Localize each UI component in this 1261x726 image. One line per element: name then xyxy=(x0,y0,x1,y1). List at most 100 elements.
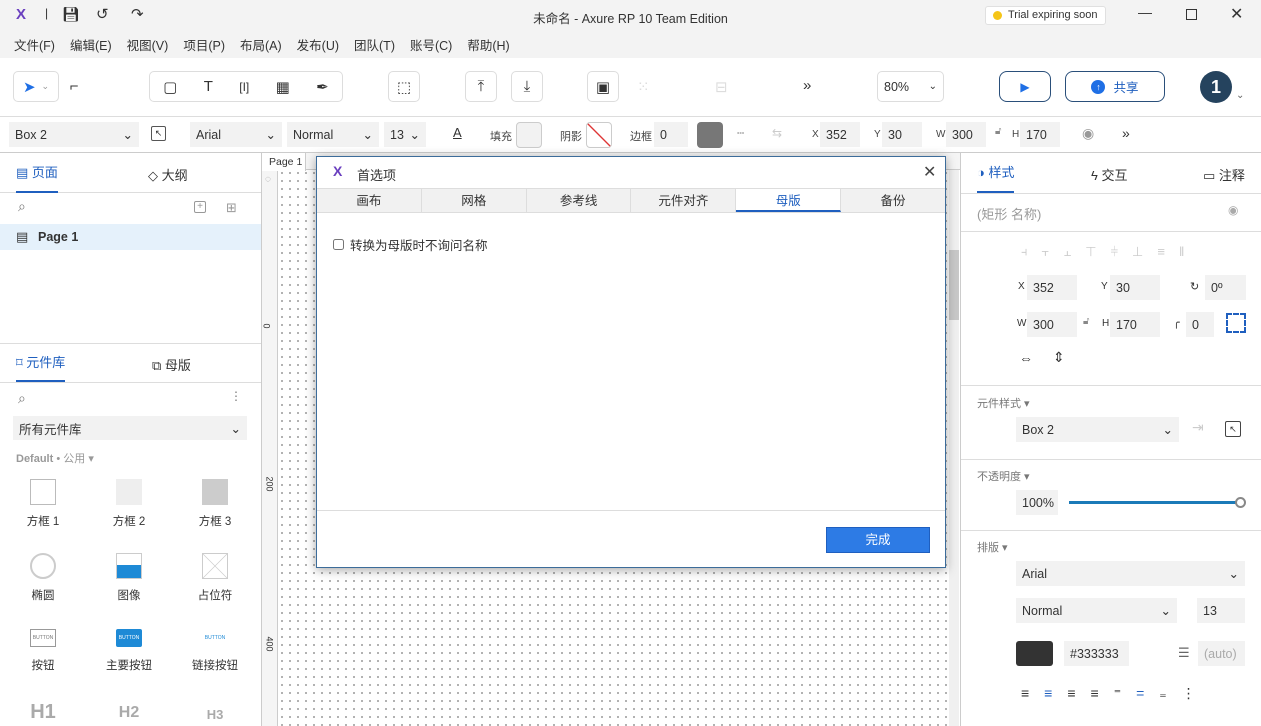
font-color-icon[interactable]: A xyxy=(453,125,462,140)
text-tool-icon[interactable]: T xyxy=(204,78,213,95)
font-weight-select[interactable]: Normal ⌄ xyxy=(287,122,379,147)
add-folder-icon[interactable]: ⊞ xyxy=(226,200,237,216)
tab-canvas[interactable]: 画布 xyxy=(317,189,422,212)
library-search-icon[interactable]: ⌕ xyxy=(18,390,26,407)
menu-team[interactable]: 团队(T) xyxy=(354,35,395,54)
widget-h1[interactable]: H1 xyxy=(0,701,86,724)
font-select[interactable]: Arial ⌄ xyxy=(1016,561,1245,586)
tab-guides[interactable]: 参考线 xyxy=(527,189,632,212)
page-list-item[interactable]: ▤ Page 1 xyxy=(0,224,261,250)
avatar[interactable]: 1 xyxy=(1200,71,1232,103)
tab-notes[interactable]: ▭ 注释 xyxy=(1203,165,1245,184)
tab-interactions[interactable]: ϟ 交互 xyxy=(1091,165,1128,184)
table-tool-icon[interactable]: ▦ xyxy=(276,78,290,96)
widget-name-input[interactable]: (矩形 名称) xyxy=(977,204,1041,223)
menu-file[interactable]: 文件(F) xyxy=(14,35,55,54)
menu-account[interactable]: 账号(C) xyxy=(410,35,452,54)
widget-box-2[interactable]: 方框 2 xyxy=(86,479,172,529)
h-input[interactable]: 170 xyxy=(1020,122,1060,147)
widget-image[interactable]: 图像 xyxy=(86,553,172,603)
auto-fit-width-icon[interactable]: ⇔ xyxy=(1019,350,1033,366)
align-right-icon[interactable]: ≡ xyxy=(1067,685,1075,702)
h-input[interactable]: 170 xyxy=(1110,312,1160,337)
menu-arrange[interactable]: 布局(A) xyxy=(240,35,282,54)
border-color-swatch[interactable] xyxy=(697,122,723,148)
y-input[interactable]: 30 xyxy=(882,122,922,147)
border-style-icon[interactable]: ┄ xyxy=(737,126,744,140)
radius-input[interactable]: 0 xyxy=(1186,312,1214,337)
library-select[interactable]: 所有元件库 ⌄ xyxy=(13,416,247,440)
menu-help[interactable]: 帮助(H) xyxy=(467,35,509,54)
border-width-input[interactable]: 0 xyxy=(654,122,688,147)
bring-front-button[interactable]: ⤒ xyxy=(465,71,497,102)
send-back-button[interactable]: ⤓ xyxy=(511,71,543,102)
tab-snap[interactable]: 元件对齐 xyxy=(631,189,737,212)
widget-box-1[interactable]: 方框 1 xyxy=(0,479,86,529)
rotation-input[interactable]: 0º xyxy=(1205,275,1246,300)
connector-tool-button[interactable]: ⌐ xyxy=(61,71,87,102)
tab-library[interactable]: ⌑ 元件库 xyxy=(16,344,66,382)
tab-style[interactable]: ◑ 样式 xyxy=(977,153,1015,193)
justify-icon[interactable]: ≡ xyxy=(1091,685,1099,702)
x-input[interactable]: 352 xyxy=(1027,275,1077,300)
w-input[interactable]: 300 xyxy=(1027,312,1077,337)
opacity-slider[interactable] xyxy=(1069,501,1241,504)
x-input[interactable]: 352 xyxy=(820,122,860,147)
account-chevron-icon[interactable]: ⌄ xyxy=(1236,90,1244,101)
rectangle-tool-icon[interactable]: ▢ xyxy=(163,78,177,96)
page-tab[interactable]: Page 1 xyxy=(262,153,306,171)
auto-fit-height-icon[interactable]: ⇕ xyxy=(1053,349,1065,366)
library-menu-icon[interactable]: ⋮ xyxy=(230,389,242,403)
group-button[interactable]: ▣ xyxy=(587,71,619,102)
pen-tool-icon[interactable]: ✒ xyxy=(316,78,329,96)
no-prompt-checkbox[interactable] xyxy=(333,239,344,250)
tab-outline[interactable]: ◇ 大纲 xyxy=(148,165,188,184)
align-center-icon[interactable]: ≡ xyxy=(1044,685,1052,702)
lock-icon[interactable]: 🔓︎ xyxy=(995,126,1001,137)
maximize-button[interactable] xyxy=(1186,9,1197,20)
edit-style-icon[interactable]: ↖ xyxy=(1225,421,1241,437)
tab-masters[interactable]: 母版 xyxy=(736,189,842,212)
done-button[interactable]: 完成 xyxy=(826,527,930,553)
shadow-swatch[interactable] xyxy=(586,122,612,148)
line-height-input[interactable]: (auto) xyxy=(1198,641,1245,666)
widget-box-3[interactable]: 方框 3 xyxy=(172,479,258,529)
dialog-close-button[interactable]: ✕ xyxy=(923,162,936,182)
valign-top-icon[interactable]: ⁼ xyxy=(1114,685,1121,702)
textfield-tool-icon[interactable]: [I] xyxy=(239,80,249,94)
style-edit-icon[interactable]: ↖ xyxy=(151,126,166,141)
font-size-select[interactable]: 13 ⌄ xyxy=(384,122,426,147)
text-color-swatch[interactable] xyxy=(1016,641,1053,666)
w-input[interactable]: 300 xyxy=(946,122,986,147)
align-left-icon[interactable]: ≡ xyxy=(1021,685,1029,702)
opacity-input[interactable]: 100% xyxy=(1016,490,1058,515)
more-tools-button[interactable]: » xyxy=(803,77,811,94)
no-prompt-master-name-option[interactable]: 转换为母版时不询问名称 xyxy=(333,235,488,254)
more-text-options-icon[interactable]: ⋮ xyxy=(1182,685,1196,702)
more-format-button[interactable]: » xyxy=(1122,125,1130,141)
tab-grid[interactable]: 网格 xyxy=(422,189,527,212)
widget-h2[interactable]: H2 xyxy=(86,704,172,722)
share-button[interactable]: ↑ 共享 xyxy=(1065,71,1165,102)
menu-view[interactable]: 视图(V) xyxy=(127,35,169,54)
preview-button[interactable]: ▶ xyxy=(999,71,1051,102)
library-group-label[interactable]: Default • 公用 ▾ xyxy=(16,450,94,466)
widget-h3[interactable]: H3 xyxy=(172,707,258,722)
trial-badge[interactable]: Trial expiring soon xyxy=(985,6,1107,25)
widget-link-button[interactable]: BUTTON 链接按钮 xyxy=(172,629,258,673)
zoom-select[interactable]: 80% ⌄ xyxy=(877,71,944,102)
vertical-scrollbar[interactable] xyxy=(949,170,959,726)
font-weight-select[interactable]: Normal ⌄ xyxy=(1016,598,1177,623)
widget-style-select[interactable]: Box 2 ⌄ xyxy=(9,122,139,147)
text-color-input[interactable]: #333333 xyxy=(1064,641,1129,666)
fit-bounds-icon[interactable] xyxy=(1226,313,1246,333)
menu-project[interactable]: 项目(P) xyxy=(183,35,225,54)
tab-backup[interactable]: 备份 xyxy=(841,189,945,212)
minimize-button[interactable]: — xyxy=(1138,4,1152,20)
lock-icon[interactable]: 🔓︎ xyxy=(1083,316,1089,327)
tab-masters[interactable]: ⧉ 母版 xyxy=(152,355,191,374)
fill-color-swatch[interactable] xyxy=(516,122,542,148)
visibility-eye-icon[interactable]: ◉ xyxy=(1082,125,1094,142)
widget-ellipse[interactable]: 椭圆 xyxy=(0,553,86,603)
valign-bottom-icon[interactable]: ₌ xyxy=(1159,685,1166,702)
